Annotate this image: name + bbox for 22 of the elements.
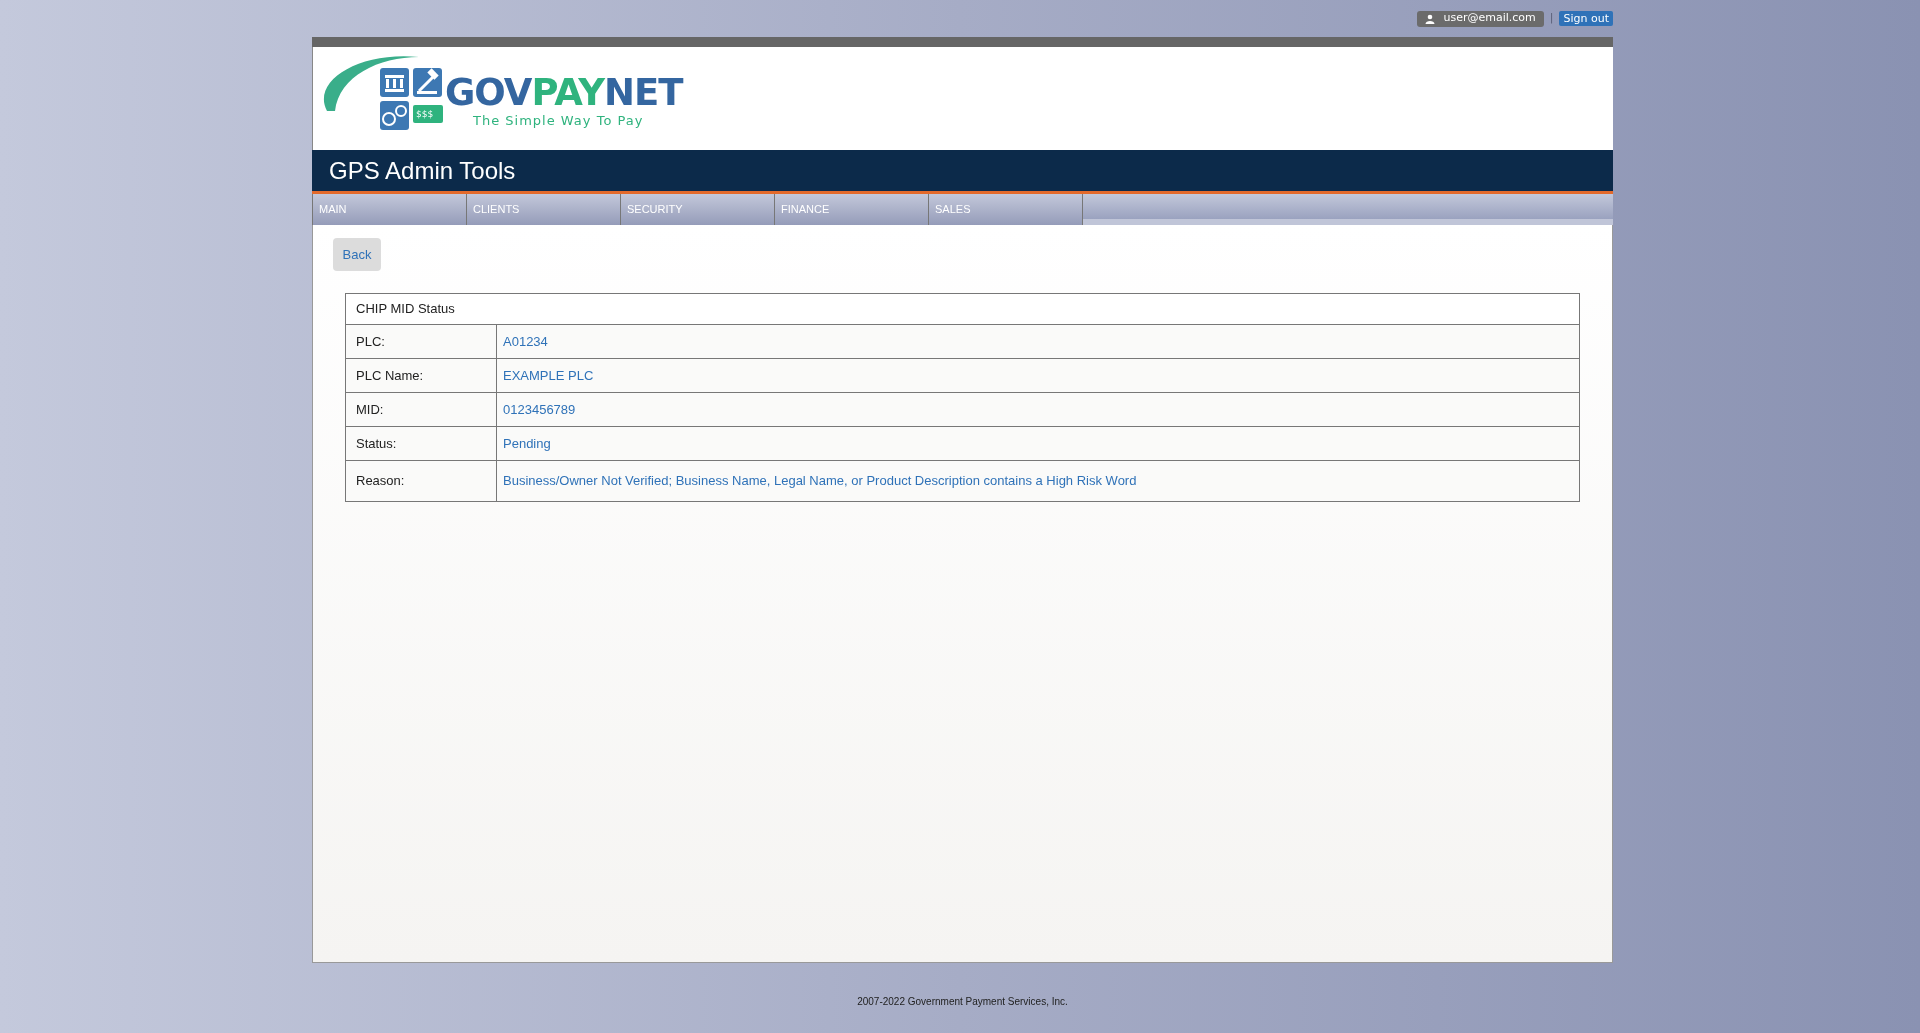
field-value: Business/Owner Not Verified; Business Name, Legal Name, or Product Description contains a High Risk Word: [502, 472, 1138, 491]
field-label: PLC Name:: [346, 359, 497, 392]
logo-tagline: The Simple Way To Pay: [473, 113, 645, 129]
back-button[interactable]: Back: [333, 238, 381, 271]
field-label: Status:: [346, 427, 497, 460]
sign-out-link[interactable]: Sign out: [1559, 11, 1613, 26]
field-label: PLC:: [346, 325, 497, 358]
field-value: 0123456789: [502, 400, 577, 419]
nav-tab[interactable]: MAIN: [312, 194, 467, 225]
logo-dollar-text: $$$: [416, 108, 434, 120]
separator: |: [1549, 10, 1554, 27]
app-title: GPS Admin Tools: [329, 155, 516, 186]
field-value: Pending: [502, 434, 552, 453]
field-label: Reason:: [346, 461, 497, 501]
field-value: EXAMPLE PLC: [502, 366, 595, 385]
field-value: A01234: [502, 332, 549, 351]
user-email: user@email.com: [1443, 10, 1536, 27]
logo-wordmark: GOVPAYNET: [445, 73, 683, 113]
user-icon: [1425, 13, 1436, 24]
footer-copyright: 2007-2022 Government Payment Services, Inc.: [857, 995, 1068, 1009]
field-label: MID:: [346, 393, 497, 426]
nav-tab[interactable]: SALES: [928, 194, 1083, 225]
